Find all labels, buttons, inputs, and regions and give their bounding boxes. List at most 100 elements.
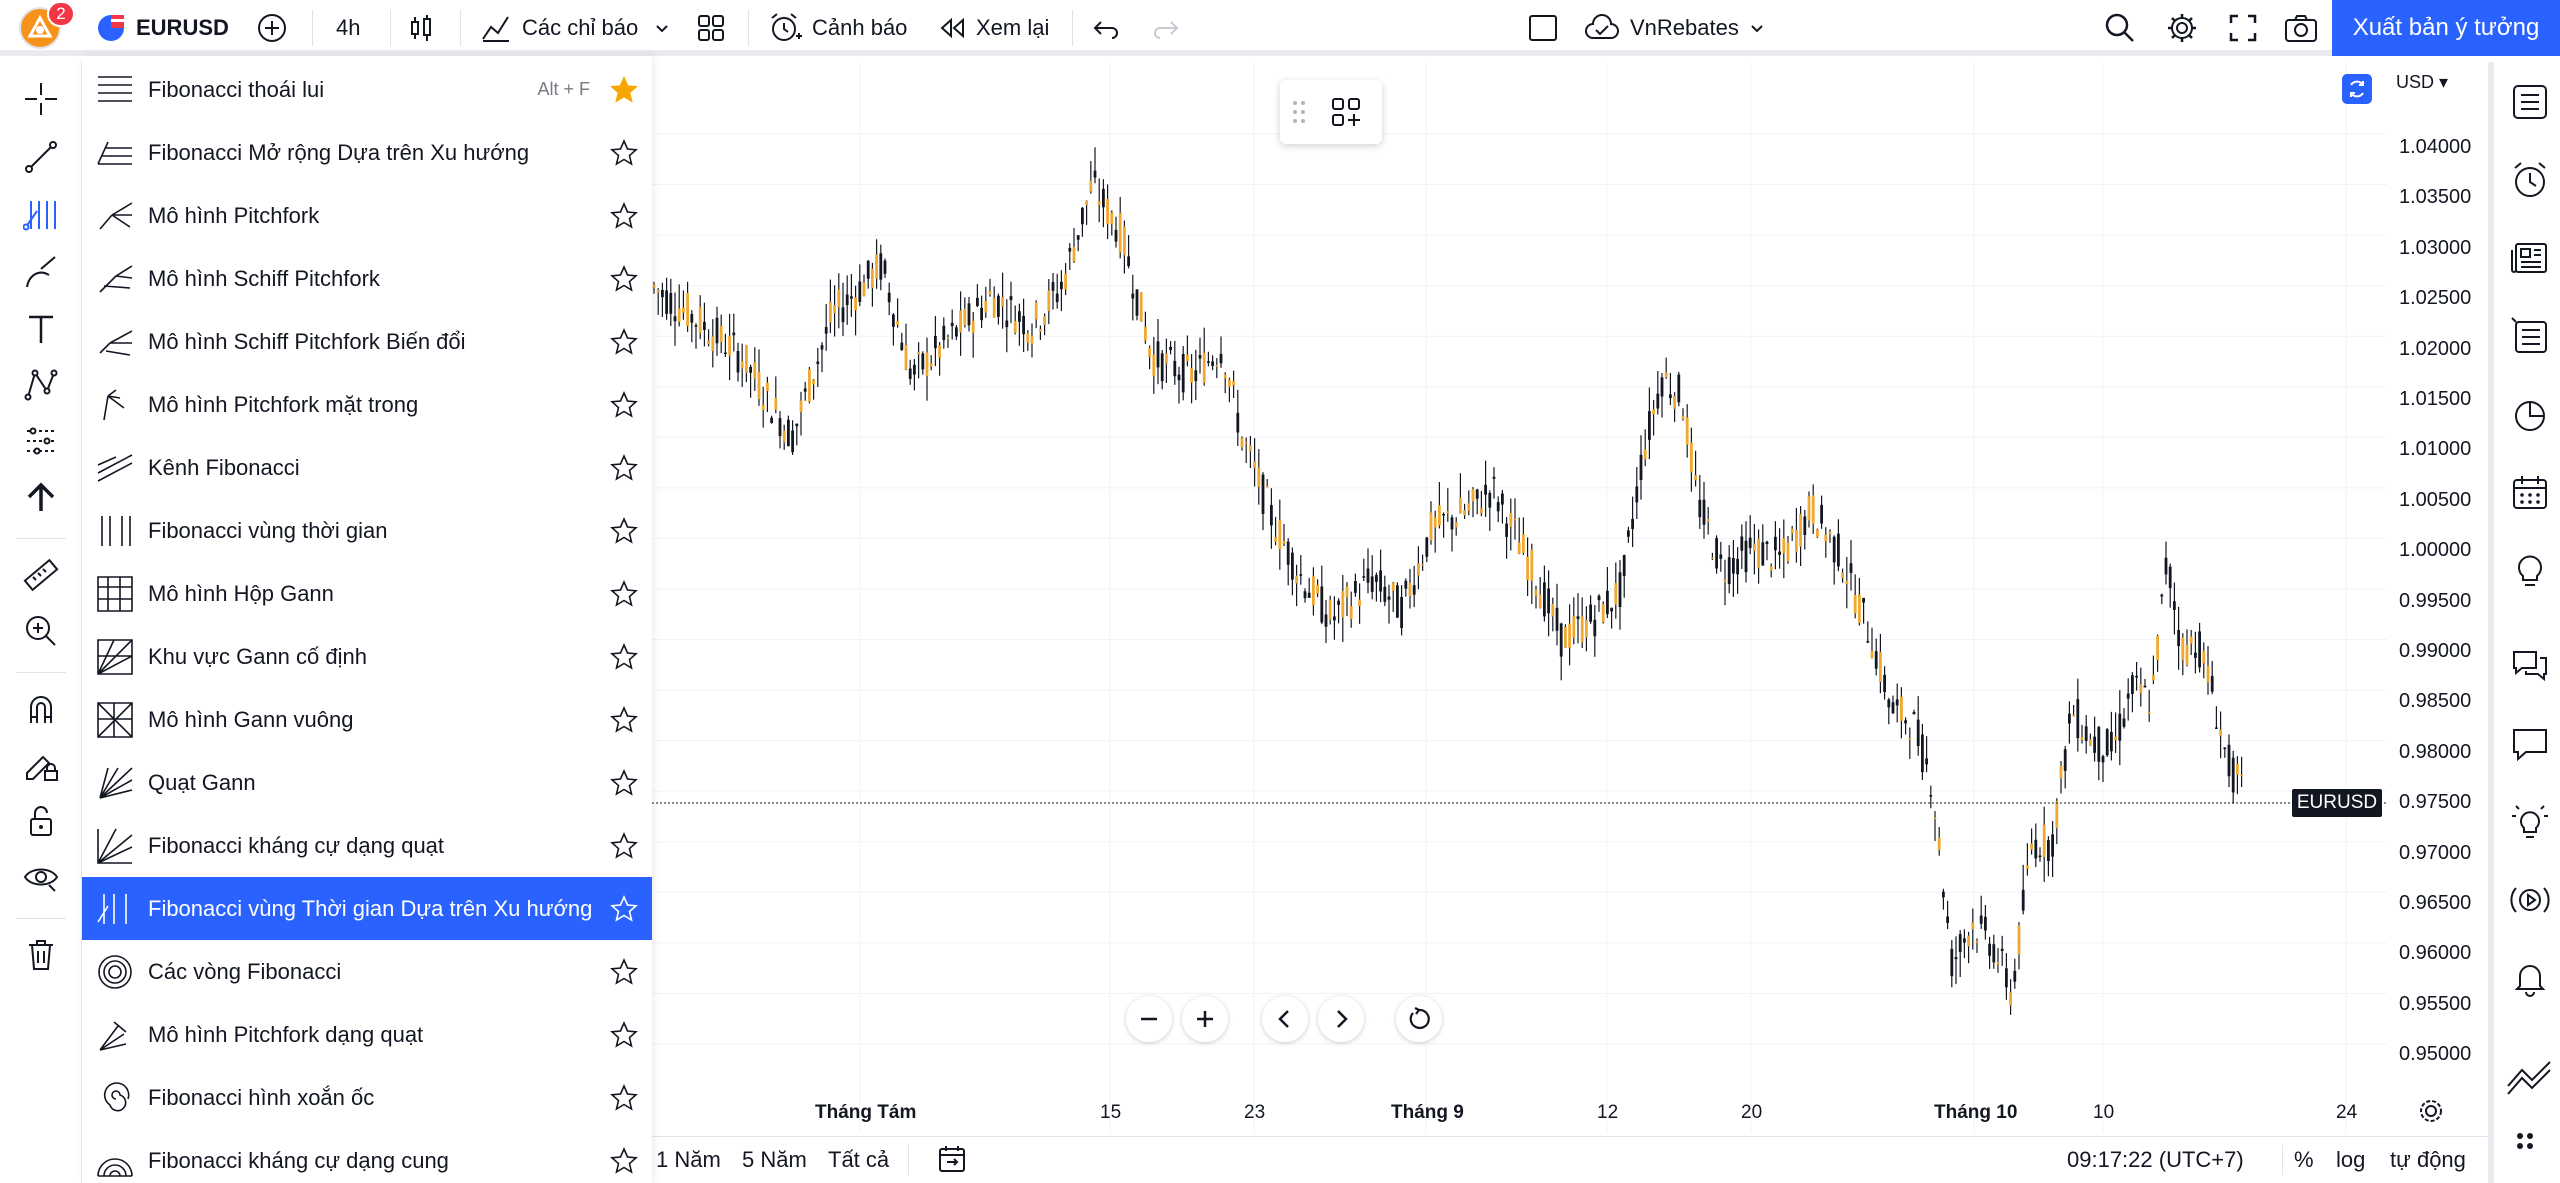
- icon-tool[interactable]: [20, 476, 62, 518]
- trend-line-tool[interactable]: [20, 136, 62, 178]
- alerts-panel-button[interactable]: [2506, 156, 2554, 204]
- publish-idea-button[interactable]: Xuất bản ý tưởng: [2332, 0, 2560, 56]
- chats-button[interactable]: [2506, 642, 2554, 690]
- currency-selector[interactable]: USD ▾: [2396, 72, 2448, 93]
- alerts-button[interactable]: Cảnh báo: [768, 0, 907, 56]
- log-scale-toggle[interactable]: log: [2336, 1147, 2365, 1173]
- favorite-star-icon[interactable]: [610, 706, 638, 734]
- reset-chart-button[interactable]: [1396, 996, 1442, 1042]
- menu-item[interactable]: Các vòng Fibonacci: [82, 940, 652, 1003]
- text-tool[interactable]: [20, 308, 62, 350]
- replay-button[interactable]: Xem lại: [938, 0, 1049, 56]
- drag-handle-icon[interactable]: [1292, 100, 1306, 124]
- crosshair-tool[interactable]: [20, 78, 62, 120]
- favorite-star-icon[interactable]: [610, 139, 638, 167]
- menu-item[interactable]: Mô hình Schiff Pitchfork Biến đổi: [82, 310, 652, 373]
- time-axis[interactable]: Tháng Tám 15 23 Tháng 9 12 20 Tháng 10 10 24: [652, 1090, 2487, 1132]
- economic-calendar-button[interactable]: [2506, 468, 2554, 516]
- menu-item[interactable]: Mô hình Pitchfork: [82, 184, 652, 247]
- clock-display[interactable]: 09:17:22 (UTC+7): [2067, 1147, 2244, 1173]
- sync-icon[interactable]: [2342, 74, 2372, 104]
- search-button[interactable]: [2104, 0, 2136, 56]
- magnet-tool[interactable]: [20, 688, 62, 730]
- favorite-star-icon[interactable]: [610, 265, 638, 293]
- percent-scale-toggle[interactable]: %: [2294, 1147, 2314, 1173]
- floating-drawing-toolbar[interactable]: [1280, 80, 1382, 144]
- remove-drawings-tool[interactable]: [20, 934, 62, 976]
- snapshot-button[interactable]: [2284, 0, 2318, 56]
- redo-button[interactable]: [1152, 0, 1180, 56]
- interval-button[interactable]: 4h: [336, 0, 360, 56]
- favorite-star-icon[interactable]: [610, 76, 638, 104]
- more-panels-button[interactable]: [2506, 1122, 2554, 1170]
- menu-item[interactable]: Fibonacci kháng cự dạng quạt: [82, 814, 652, 877]
- range-1y-button[interactable]: 1 Năm: [656, 1147, 721, 1173]
- notifications-button[interactable]: [2506, 954, 2554, 1002]
- layout-button[interactable]: [1528, 0, 1558, 56]
- stay-drawing-tool[interactable]: [20, 744, 62, 786]
- undo-button[interactable]: [1092, 0, 1120, 56]
- lock-drawings-tool[interactable]: [20, 800, 62, 842]
- menu-item[interactable]: Fibonacci Mở rộng Dựa trên Xu hướng: [82, 121, 652, 184]
- menu-item[interactable]: Fibonacci thoái lui Alt + F: [82, 58, 652, 121]
- menu-item[interactable]: Kênh Fibonacci: [82, 436, 652, 499]
- ideas-button[interactable]: [2506, 546, 2554, 594]
- menu-item[interactable]: Quạt Gann: [82, 751, 652, 814]
- favorite-star-icon[interactable]: [610, 1084, 638, 1112]
- streams-button[interactable]: [2506, 876, 2554, 924]
- favorite-star-icon[interactable]: [610, 895, 638, 923]
- fullscreen-button[interactable]: [2228, 0, 2258, 56]
- compare-button[interactable]: [256, 0, 288, 56]
- range-5y-button[interactable]: 5 Năm: [742, 1147, 807, 1173]
- favorite-star-icon[interactable]: [610, 1147, 638, 1175]
- menu-item[interactable]: Mô hình Pitchfork dạng quạt: [82, 1003, 652, 1066]
- fibonacci-tool[interactable]: [20, 194, 62, 236]
- menu-item[interactable]: Mô hình Schiff Pitchfork: [82, 247, 652, 310]
- news-button[interactable]: [2506, 234, 2554, 282]
- menu-item[interactable]: Fibonacci vùng Thời gian Dựa trên Xu hướ…: [82, 877, 652, 940]
- zoom-tool[interactable]: [20, 610, 62, 652]
- indicators-button[interactable]: Các chỉ báo: [480, 0, 638, 56]
- hide-drawings-tool[interactable]: [20, 856, 62, 898]
- range-all-button[interactable]: Tất cả: [828, 1147, 889, 1173]
- chart-settings-button[interactable]: [2416, 1096, 2446, 1126]
- trading-panel-button[interactable]: [2506, 1052, 2554, 1100]
- date-range-button[interactable]: [938, 1145, 968, 1179]
- pattern-tool[interactable]: [20, 364, 62, 406]
- price-axis[interactable]: 1.04000 1.03500 1.03000 1.02500 1.02000 1.015…: [2387, 62, 2488, 1132]
- favorite-star-icon[interactable]: [610, 769, 638, 797]
- favorite-star-icon[interactable]: [610, 1021, 638, 1049]
- auto-scale-toggle[interactable]: tự động: [2390, 1147, 2466, 1173]
- menu-item[interactable]: Fibonacci vùng thời gian: [82, 499, 652, 562]
- account-button[interactable]: VnRebates: [1584, 0, 1765, 56]
- menu-item[interactable]: Fibonacci hình xoắn ốc: [82, 1066, 652, 1129]
- templates-button[interactable]: [696, 0, 726, 56]
- favorite-star-icon[interactable]: [610, 832, 638, 860]
- chart-type-button[interactable]: [406, 0, 436, 56]
- favorite-star-icon[interactable]: [610, 958, 638, 986]
- settings-button[interactable]: [2166, 0, 2198, 56]
- menu-item[interactable]: Fibonacci kháng cự dạng cung: [82, 1129, 652, 1183]
- favorite-star-icon[interactable]: [610, 517, 638, 545]
- favorite-star-icon[interactable]: [610, 202, 638, 230]
- zoom-out-button[interactable]: [1126, 996, 1172, 1042]
- watchlist-button[interactable]: [2506, 78, 2554, 126]
- add-favorites-icon[interactable]: [1330, 96, 1362, 128]
- scroll-right-button[interactable]: [1318, 996, 1364, 1042]
- scroll-left-button[interactable]: [1262, 996, 1308, 1042]
- favorite-star-icon[interactable]: [610, 643, 638, 671]
- calendar-list-button[interactable]: [2506, 312, 2554, 360]
- indicators-dropdown-button[interactable]: [654, 0, 670, 56]
- prediction-tool[interactable]: [20, 420, 62, 462]
- menu-item[interactable]: Mô hình Hộp Gann: [82, 562, 652, 625]
- price-chart[interactable]: [652, 62, 2387, 1132]
- favorite-star-icon[interactable]: [610, 580, 638, 608]
- favorite-star-icon[interactable]: [610, 328, 638, 356]
- brush-tool[interactable]: [20, 252, 62, 294]
- favorite-star-icon[interactable]: [610, 391, 638, 419]
- data-window-button[interactable]: [2506, 390, 2554, 438]
- menu-item[interactable]: Mô hình Gann vuông: [82, 688, 652, 751]
- symbol-search-button[interactable]: EURUSD: [96, 0, 229, 56]
- tips-button[interactable]: [2506, 798, 2554, 846]
- favorite-star-icon[interactable]: [610, 454, 638, 482]
